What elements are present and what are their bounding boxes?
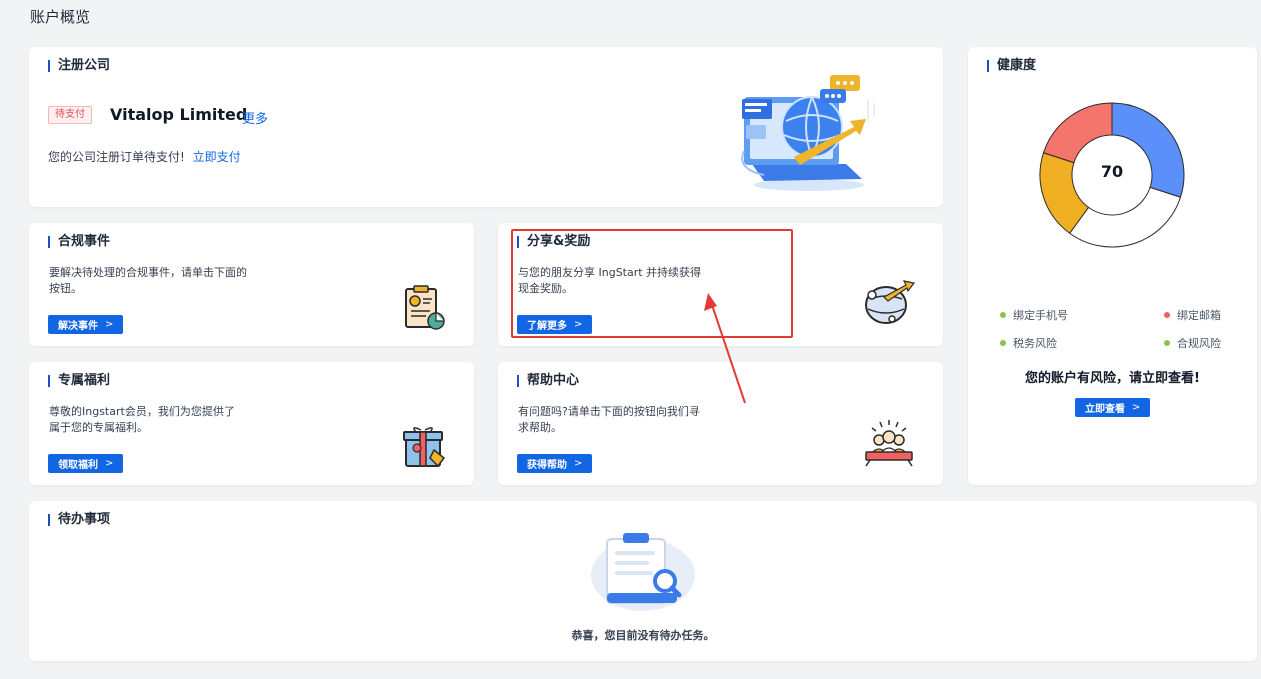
todo-card: 待办事项 恭喜，您目前没有待办任务。 [29, 501, 1257, 661]
chevron-right-icon: > [1132, 402, 1141, 413]
health-card-title: 健康度 [987, 59, 1036, 73]
health-card: 健康度 70 绑定手机号 绑定邮箱 税务风险 合规风险 您的账户有风险，请立即查… [968, 47, 1257, 485]
todo-card-title: 待办事项 [48, 513, 110, 527]
share-description: 与您的朋友分享 IngStart 并持续获得现金奖励。 [518, 266, 702, 295]
legend-compliance-risk: 合规风险 [1164, 335, 1221, 351]
gift-box-icon [403, 427, 446, 468]
help-card: 帮助中心 有问题吗?请单击下面的按钮向我们寻求帮助。 获得帮助 > [498, 362, 943, 485]
compliance-card-title: 合规事件 [48, 235, 110, 249]
todo-empty-message: 恭喜，您目前没有待办任务。 [571, 629, 715, 642]
donut-segment-3 [1042, 102, 1113, 164]
clipboard-chart-icon [405, 285, 445, 330]
share-card-title: 分享&奖励 [517, 235, 590, 249]
claim-benefits-button[interactable]: 领取福利 > [48, 454, 124, 473]
legend-dot [1164, 340, 1170, 346]
check-now-button[interactable]: 立即查看 > [1075, 398, 1151, 417]
help-card-title: 帮助中心 [517, 374, 579, 388]
benefits-description: 尊敬的Ingstart会员，我们为您提供了属于您的专属福利。 [49, 405, 235, 434]
help-description: 有问题吗?请单击下面的按钮向我们寻求帮助。 [518, 405, 700, 434]
compliance-description: 要解决待处理的合规事件，请单击下面的按钮。 [49, 266, 247, 295]
empty-clipboard-illustration [591, 533, 695, 611]
benefits-card: 专属福利 尊敬的Ingstart会员，我们为您提供了属于您的专属福利。 领取福利… [29, 362, 474, 485]
registration-message-row: 您的公司注册订单待支付! 立即支付 [48, 149, 241, 165]
legend-dot [1000, 340, 1006, 346]
registration-card: 注册公司 待支付 Vitalop Limited 更多 您的公司注册订单待支付!… [29, 47, 943, 207]
donut-segment-0 [1111, 102, 1185, 198]
chevron-right-icon: > [105, 458, 114, 469]
chevron-right-icon: > [105, 319, 114, 330]
registration-card-title: 注册公司 [48, 59, 110, 73]
compliance-card: 合规事件 要解决待处理的合规事件，请单击下面的按钮。 解决事件 > [29, 223, 474, 346]
globe-share-icon [865, 280, 916, 324]
risk-message: 您的账户有风险，请立即查看! [1025, 371, 1200, 386]
pay-now-link[interactable]: 立即支付 [193, 150, 241, 164]
globe-laptop-illustration [741, 75, 875, 191]
legend-bind-phone: 绑定手机号 [1000, 307, 1068, 323]
registration-message: 您的公司注册订单待支付! [48, 150, 185, 164]
team-support-icon [865, 420, 913, 467]
health-score: 70 [1100, 162, 1124, 181]
resolve-events-button[interactable]: 解决事件 > [48, 315, 124, 334]
legend-dot [1164, 312, 1170, 318]
chevron-right-icon: > [574, 458, 583, 469]
get-help-button[interactable]: 获得帮助 > [517, 454, 593, 473]
share-card: 分享&奖励 与您的朋友分享 IngStart 并持续获得现金奖励。 了解更多 > [498, 223, 943, 346]
donut-segment-1 [1068, 186, 1182, 248]
benefits-card-title: 专属福利 [48, 374, 110, 388]
page-title: 账户概览 [30, 8, 91, 26]
legend-bind-email: 绑定邮箱 [1164, 307, 1221, 323]
status-badge: 待支付 [48, 106, 92, 124]
learn-more-button[interactable]: 了解更多 > [517, 315, 593, 334]
company-name: Vitalop Limited [110, 105, 248, 124]
more-link[interactable]: 更多 [242, 108, 268, 127]
legend-dot [1000, 312, 1006, 318]
legend-tax-risk: 税务风险 [1000, 335, 1057, 351]
chevron-right-icon: > [574, 319, 583, 330]
